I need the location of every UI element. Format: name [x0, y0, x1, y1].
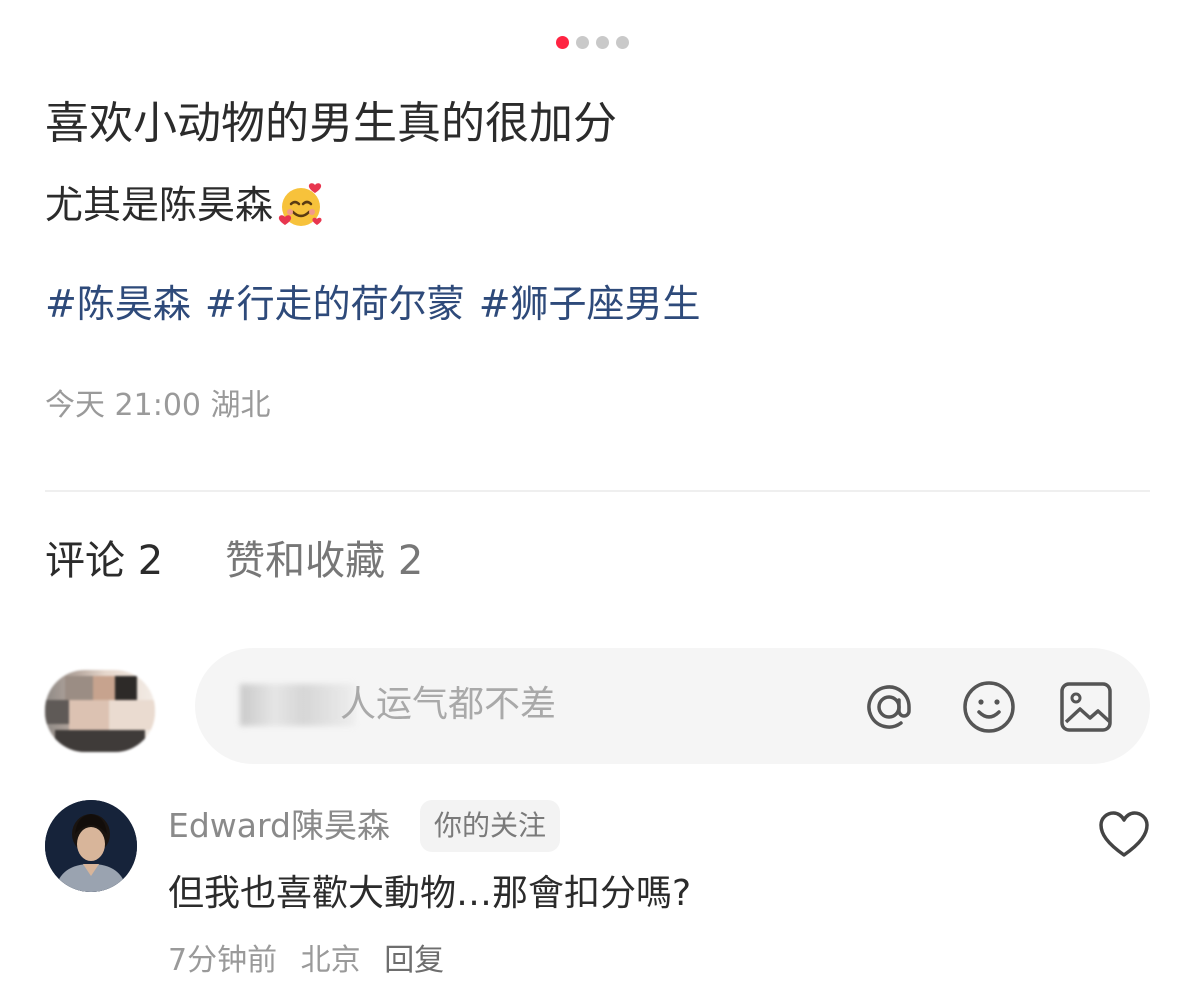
- hashtag-list: #陈昊森 #行走的荷尔蒙 #狮子座男生: [45, 278, 701, 330]
- hashtag-link[interactable]: #狮子座男生: [479, 278, 701, 330]
- post-body: 尤其是陈昊森: [45, 180, 325, 230]
- comment-location: 北京: [300, 943, 361, 978]
- comment-input[interactable]: 人运气都不差: [195, 648, 1150, 764]
- comment-tabs: 评论 2 赞和收藏 2: [45, 528, 423, 586]
- comment-time: 7分钟前: [168, 943, 278, 978]
- pager-dot[interactable]: [576, 36, 589, 49]
- post-body-text: 尤其是陈昊森: [45, 183, 274, 227]
- comment-author-name[interactable]: Edward陳昊森: [168, 806, 390, 846]
- reply-button[interactable]: 回复: [384, 943, 444, 978]
- tab-comments[interactable]: 评论 2: [45, 528, 163, 586]
- pager-dot[interactable]: [596, 36, 609, 49]
- tab-likes-and-favorites[interactable]: 赞和收藏 2: [225, 528, 423, 586]
- pager-dot-active[interactable]: [556, 36, 569, 49]
- image-pager-dots: [556, 36, 629, 49]
- heart-icon[interactable]: [1097, 810, 1151, 860]
- smile-icon[interactable]: [960, 678, 1018, 736]
- post-title: 喜欢小动物的男生真的很加分: [45, 98, 617, 149]
- at-icon[interactable]: [860, 678, 918, 736]
- masked-text: [240, 684, 355, 726]
- image-icon[interactable]: [1057, 678, 1115, 736]
- avatar: [45, 670, 155, 752]
- comment-text: 但我也喜歡大動物…那會扣分嗎?: [168, 873, 692, 914]
- commenter-avatar[interactable]: [45, 800, 137, 892]
- smiling-face-with-hearts-icon: [277, 181, 325, 229]
- hashtag-link[interactable]: #行走的荷尔蒙: [205, 278, 465, 330]
- post-time-location: 今天 21:00 湖北: [45, 388, 271, 423]
- following-badge: 你的关注: [420, 800, 561, 852]
- comment-input-placeholder: 人运气都不差: [340, 684, 557, 725]
- post-detail-page: 喜欢小动物的男生真的很加分 尤其是陈昊森 #陈昊森 #行走的荷尔蒙 #狮子座男生…: [0, 0, 1195, 992]
- divider: [45, 490, 1150, 492]
- comment-meta: 7分钟前 北京 回复: [168, 940, 444, 982]
- hashtag-link[interactable]: #陈昊森: [45, 278, 191, 330]
- pager-dot[interactable]: [616, 36, 629, 49]
